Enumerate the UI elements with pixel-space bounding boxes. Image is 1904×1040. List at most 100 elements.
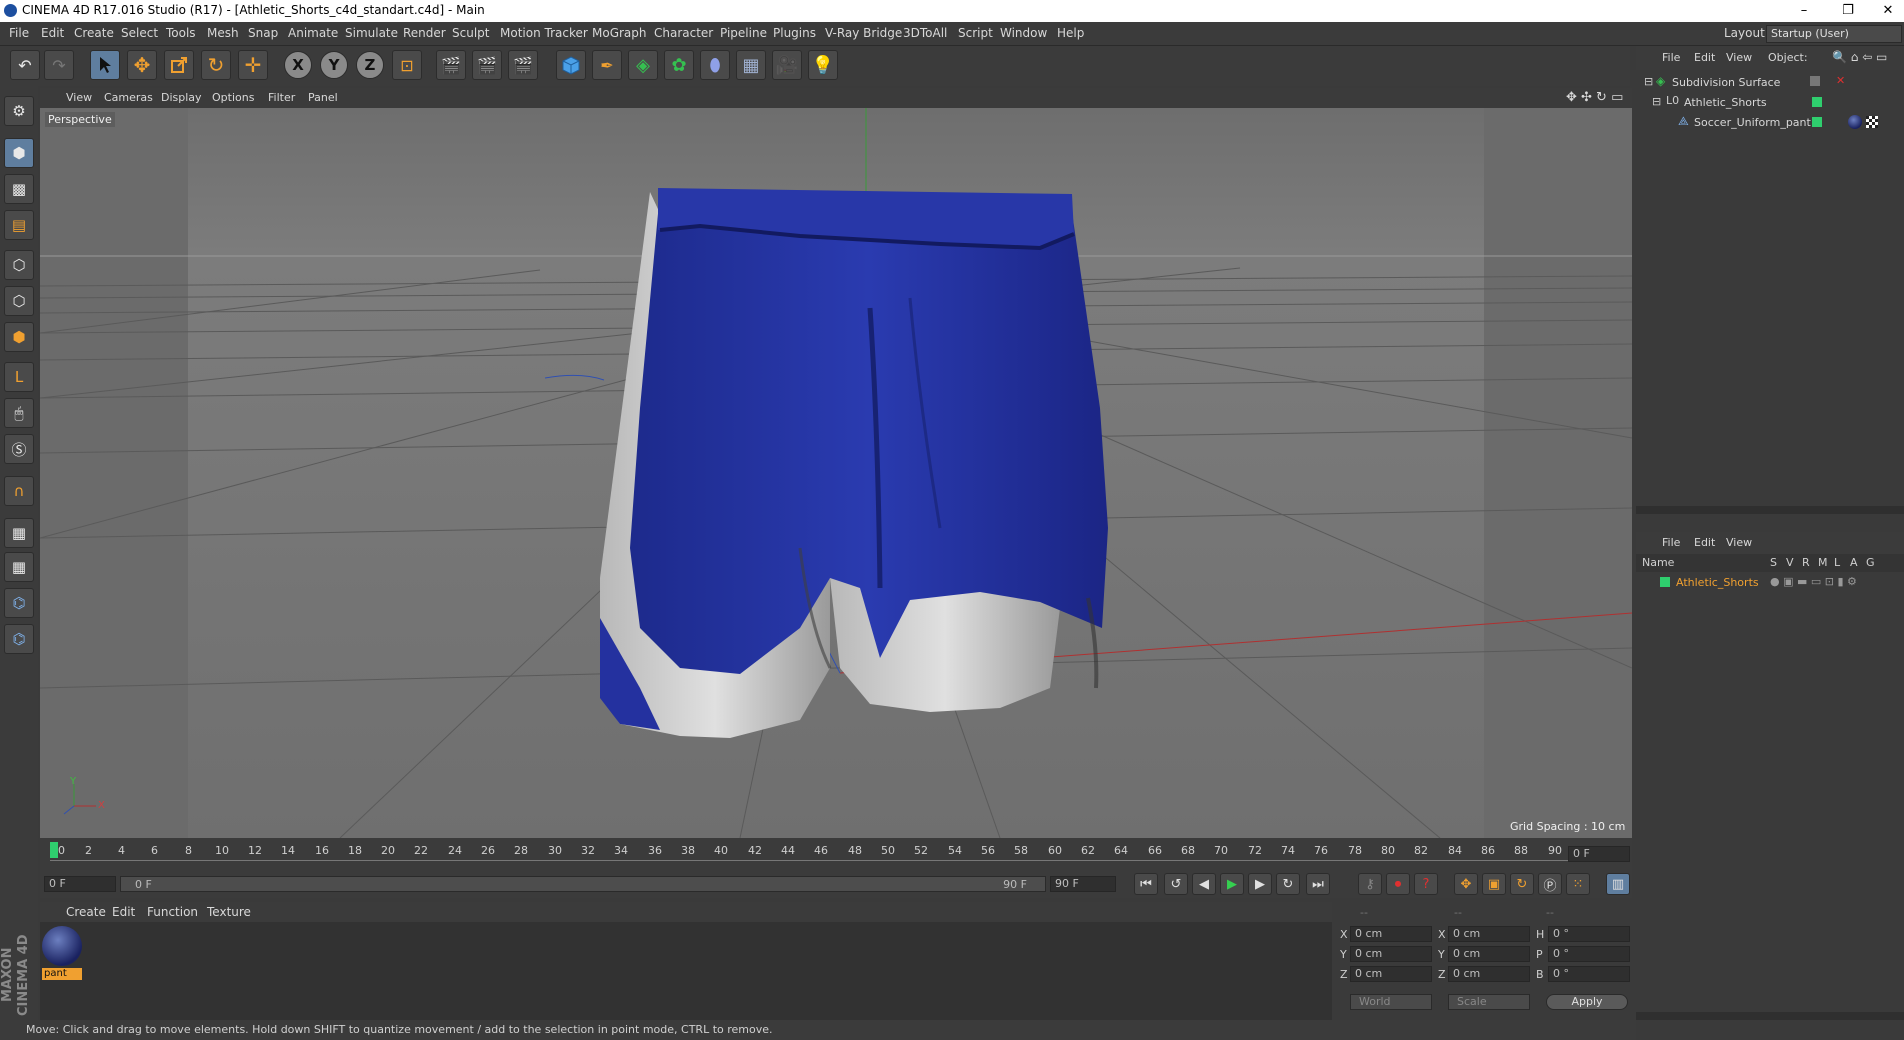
layer-row-athletic-shorts[interactable]: Athletic_Shorts ● ▣ ▬ ▭ ⊡ ▮ ⚙ bbox=[1636, 574, 1904, 592]
redo-button[interactable]: ↷ bbox=[44, 50, 74, 80]
y-axis-lock-button[interactable]: Y bbox=[320, 51, 348, 79]
point-level-key-button[interactable]: ⁙ bbox=[1566, 873, 1590, 895]
next-key-button[interactable]: ↻ bbox=[1276, 873, 1300, 895]
goto-end-button[interactable]: ⏭ bbox=[1306, 873, 1330, 895]
edges-mode-button[interactable]: ⬡ bbox=[4, 286, 34, 316]
size-mode-select[interactable]: Scale bbox=[1448, 994, 1530, 1010]
expand-icon[interactable]: ⊟ bbox=[1644, 75, 1653, 88]
position-key-button[interactable]: ✥ bbox=[1454, 873, 1478, 895]
timeline-window-button[interactable]: ▥ bbox=[1606, 873, 1630, 895]
undo-button[interactable]: ↶ bbox=[10, 50, 40, 80]
locked-workplane-button[interactable]: ▦ bbox=[4, 518, 34, 548]
planar-workplane-button[interactable]: ▦ bbox=[4, 552, 34, 582]
menu-animate[interactable]: Animate bbox=[288, 26, 338, 40]
live-selection-button[interactable] bbox=[90, 50, 120, 80]
menu-mesh[interactable]: Mesh bbox=[207, 26, 239, 40]
array-object-button[interactable]: ✿ bbox=[664, 50, 694, 80]
layer-color-swatch[interactable] bbox=[1812, 117, 1822, 127]
viewport-menu-options[interactable]: Options bbox=[212, 91, 254, 104]
layout-select[interactable]: Startup (User) bbox=[1766, 25, 1902, 43]
rotation-h-field[interactable]: 0 ° bbox=[1548, 926, 1630, 942]
camera-object-button[interactable]: 🎥 bbox=[772, 50, 802, 80]
expand-icon[interactable]: ⊟ bbox=[1652, 95, 1661, 108]
soft-selection-button[interactable]: Ⓢ bbox=[4, 434, 34, 464]
spline-pen-button[interactable]: ✒ bbox=[592, 50, 622, 80]
object-manager-tools-icon[interactable]: 🔍 ⌂ ⇦ ▭ bbox=[1832, 50, 1887, 64]
disabled-x-icon[interactable]: ✕ bbox=[1836, 74, 1845, 87]
menu-script[interactable]: Script bbox=[958, 26, 993, 40]
recent-tool-button[interactable]: ✛ bbox=[238, 50, 268, 80]
material-tag-icon[interactable] bbox=[1848, 115, 1862, 129]
menu-tools[interactable]: Tools bbox=[166, 26, 196, 40]
menu-create[interactable]: Create bbox=[74, 26, 114, 40]
rotation-key-button[interactable]: ↻ bbox=[1510, 873, 1534, 895]
python-script-button-2[interactable]: ⌬ bbox=[4, 624, 34, 654]
rotation-b-field[interactable]: 0 ° bbox=[1548, 966, 1630, 982]
make-editable-button[interactable]: ⚙ bbox=[4, 96, 34, 126]
next-frame-button[interactable]: ▶ bbox=[1248, 873, 1272, 895]
object-horizontal-scrollbar[interactable] bbox=[1636, 506, 1904, 514]
python-script-button-1[interactable]: ⌬ bbox=[4, 588, 34, 618]
object-menu-object[interactable]: Object: bbox=[1768, 51, 1808, 64]
menu-3dtoall[interactable]: 3DToAll bbox=[903, 26, 947, 40]
material-menu-create[interactable]: Create bbox=[66, 905, 106, 919]
menu-vray-bridge[interactable]: V-Ray Bridge bbox=[825, 26, 902, 40]
scale-key-button[interactable]: ▣ bbox=[1482, 873, 1506, 895]
workplane-mode-button[interactable]: ▤ bbox=[4, 210, 34, 240]
prev-frame-button[interactable]: ◀ bbox=[1192, 873, 1216, 895]
floor-object-button[interactable]: ▦ bbox=[736, 50, 766, 80]
tweak-mode-button[interactable]: 🖱 bbox=[4, 398, 34, 428]
axis-mode-button[interactable]: L bbox=[4, 362, 34, 392]
parameter-key-button[interactable]: Ⓟ bbox=[1538, 873, 1562, 895]
menu-help[interactable]: Help bbox=[1057, 26, 1084, 40]
material-menu-function[interactable]: Function bbox=[147, 905, 198, 919]
position-z-field[interactable]: 0 cm bbox=[1350, 966, 1432, 982]
menu-edit[interactable]: Edit bbox=[41, 26, 64, 40]
viewport-menu-panel[interactable]: Panel bbox=[308, 91, 338, 104]
layer-menu-edit[interactable]: Edit bbox=[1694, 536, 1715, 549]
material-swatch-pant[interactable]: pant bbox=[42, 926, 82, 982]
viewport-menu-filter[interactable]: Filter bbox=[268, 91, 295, 104]
material-menu-texture[interactable]: Texture bbox=[207, 905, 251, 919]
size-x-field[interactable]: 0 cm bbox=[1448, 926, 1530, 942]
cube-object-button[interactable] bbox=[556, 50, 586, 80]
layer-horizontal-scrollbar[interactable] bbox=[1636, 1012, 1904, 1020]
light-object-button[interactable]: 💡 bbox=[808, 50, 838, 80]
autokey-button[interactable]: ⏺ bbox=[1386, 873, 1410, 895]
deformer-button[interactable]: ⬮ bbox=[700, 50, 730, 80]
layer-color-swatch[interactable] bbox=[1660, 577, 1670, 587]
object-menu-file[interactable]: File bbox=[1662, 51, 1680, 64]
viewport-menu-cameras[interactable]: Cameras bbox=[104, 91, 153, 104]
points-mode-button[interactable]: ⬡ bbox=[4, 250, 34, 280]
size-z-field[interactable]: 0 cm bbox=[1448, 966, 1530, 982]
menu-plugins[interactable]: Plugins bbox=[773, 26, 816, 40]
size-y-field[interactable]: 0 cm bbox=[1448, 946, 1530, 962]
menu-select[interactable]: Select bbox=[121, 26, 158, 40]
end-frame-field[interactable]: 90 F bbox=[1050, 876, 1116, 892]
viewport-menu-display[interactable]: Display bbox=[161, 91, 202, 104]
goto-start-button[interactable]: ⏮ bbox=[1134, 873, 1158, 895]
object-menu-view[interactable]: View bbox=[1726, 51, 1752, 64]
render-picture-viewer-button[interactable]: 🎬 bbox=[472, 50, 502, 80]
menu-simulate[interactable]: Simulate bbox=[345, 26, 398, 40]
minimize-button[interactable]: – bbox=[1784, 0, 1824, 22]
solo-toggle-icon[interactable]: ● ▣ ▬ ▭ ⊡ ▮ ⚙ bbox=[1770, 575, 1857, 588]
coordinate-space-select[interactable]: World bbox=[1350, 994, 1432, 1010]
rotation-p-field[interactable]: 0 ° bbox=[1548, 946, 1630, 962]
move-tool-button[interactable]: ✥ bbox=[127, 50, 157, 80]
uv-tag-icon[interactable] bbox=[1866, 116, 1878, 128]
menu-pipeline[interactable]: Pipeline bbox=[720, 26, 767, 40]
prev-key-button[interactable]: ↺ bbox=[1164, 873, 1188, 895]
model-mode-button[interactable]: ⬢ bbox=[4, 138, 34, 168]
play-button[interactable]: ▶ bbox=[1220, 873, 1244, 895]
object-row-subdivision-surface[interactable]: ⊟ ◈ Subdivision Surface ✕ bbox=[1636, 74, 1904, 92]
position-y-field[interactable]: 0 cm bbox=[1350, 946, 1432, 962]
menu-mograph[interactable]: MoGraph bbox=[592, 26, 647, 40]
render-view-button[interactable]: 🎬 bbox=[436, 50, 466, 80]
object-menu-edit[interactable]: Edit bbox=[1694, 51, 1715, 64]
menu-snap[interactable]: Snap bbox=[248, 26, 278, 40]
scale-tool-button[interactable] bbox=[164, 50, 194, 80]
snap-button[interactable]: ∩ bbox=[4, 476, 34, 506]
z-axis-lock-button[interactable]: Z bbox=[356, 51, 384, 79]
texture-mode-button[interactable]: ▩ bbox=[4, 174, 34, 204]
